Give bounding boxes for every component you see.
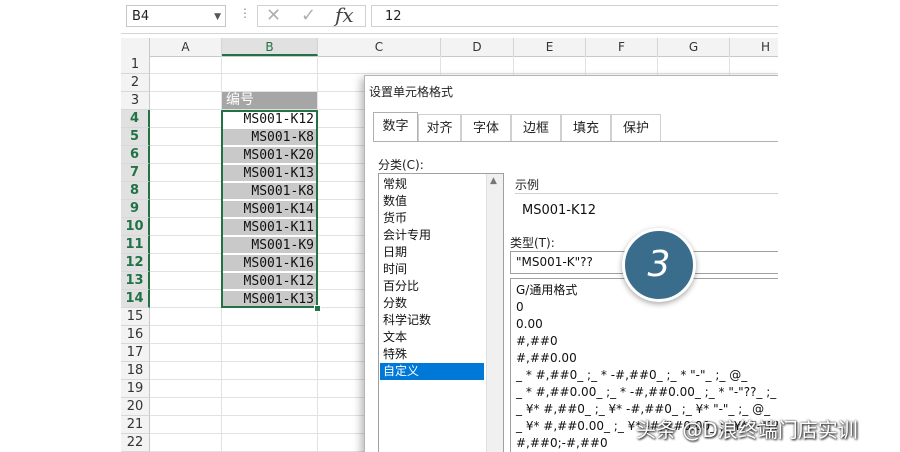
category-item[interactable]: 常规 — [383, 176, 483, 193]
tab-divider — [373, 141, 778, 142]
cell-b9[interactable]: MS001-K14 — [222, 201, 317, 218]
tab-fill[interactable]: 填充 — [561, 114, 611, 141]
tab-strip: 数字 对齐 字体 边框 填充 保护 — [373, 112, 778, 142]
chevron-down-icon[interactable]: ▼ — [214, 6, 221, 28]
tab-protection[interactable]: 保护 — [611, 114, 661, 141]
row-header[interactable]: 7 — [121, 164, 150, 182]
column-header-a[interactable]: A — [150, 38, 222, 56]
header-cell-b3[interactable]: 编号 — [222, 92, 317, 109]
category-item[interactable]: 科学记数 — [383, 312, 483, 329]
format-item[interactable]: 0.00 — [516, 316, 543, 333]
cell-b12[interactable]: MS001-K16 — [222, 255, 317, 272]
gridline — [150, 73, 778, 74]
close-icon[interactable]: ✕ — [266, 6, 281, 26]
category-label: 分类(C): — [378, 158, 424, 172]
row-header[interactable]: 8 — [121, 182, 150, 200]
row-header[interactable]: 20 — [121, 398, 150, 416]
row-header[interactable]: 6 — [121, 146, 150, 164]
format-item[interactable]: _ * #,##0.00_ ;_ * -#,##0.00_ ;_ * "-"??… — [516, 384, 778, 401]
row-header[interactable]: 3 — [121, 92, 150, 110]
row-header[interactable]: 5 — [121, 128, 150, 146]
fill-handle[interactable] — [314, 305, 321, 312]
cell-b10[interactable]: MS001-K11 — [222, 219, 317, 236]
watermark: 头条 @D浪终端门店实训 — [636, 418, 858, 442]
row-header[interactable]: 21 — [121, 416, 150, 434]
format-item[interactable]: #,##0.00 — [516, 350, 577, 367]
cell-b5[interactable]: MS001-K8 — [222, 129, 317, 146]
category-item[interactable]: 分数 — [383, 295, 483, 312]
cell-b8[interactable]: MS001-K8 — [222, 183, 317, 200]
row-header[interactable]: 17 — [121, 344, 150, 362]
formula-bar: B4 ▼ ⋮ ✕ ✓ fx 12 — [121, 0, 778, 34]
row-header[interactable]: 10 — [121, 218, 150, 236]
dialog-title: 设置单元格格式 — [369, 85, 454, 99]
column-header-d[interactable]: D — [441, 38, 514, 56]
row-header[interactable]: 14 — [121, 290, 150, 308]
row-header[interactable]: 16 — [121, 326, 150, 344]
scroll-up-icon[interactable]: ▲ — [490, 176, 497, 186]
formula-input[interactable]: 12 — [371, 5, 778, 27]
tab-alignment[interactable]: 对齐 — [418, 114, 461, 141]
check-icon[interactable]: ✓ — [301, 6, 316, 26]
column-header-g[interactable]: G — [658, 38, 730, 56]
more-options-icon[interactable]: ⋮ — [239, 6, 251, 20]
sample-value: MS001-K12 — [522, 203, 597, 218]
category-item[interactable]: 数值 — [383, 193, 483, 210]
category-list[interactable]: 常规 数值 货币 会计专用 日期 时间 百分比 分数 科学记数 文本 特殊 自定… — [378, 173, 504, 452]
category-item[interactable]: 日期 — [383, 244, 483, 261]
column-header-h[interactable]: H — [730, 38, 778, 56]
row-header[interactable]: 15 — [121, 308, 150, 326]
row-header[interactable]: 2 — [121, 74, 150, 92]
column-header-b[interactable]: B — [222, 38, 318, 56]
cell-b11[interactable]: MS001-K9 — [222, 237, 317, 254]
row-header[interactable]: 1 — [121, 56, 150, 74]
row-header[interactable]: 11 — [121, 236, 150, 254]
row-header[interactable]: 12 — [121, 254, 150, 272]
name-box[interactable]: B4 ▼ — [126, 5, 226, 27]
row-header[interactable]: 22 — [121, 434, 150, 452]
type-label: 类型(T): — [510, 236, 555, 250]
row-header[interactable]: 4 — [121, 110, 150, 128]
cell-b13[interactable]: MS001-K12 — [222, 273, 317, 290]
row-header[interactable]: 9 — [121, 200, 150, 218]
row-header[interactable]: 18 — [121, 362, 150, 380]
row-header[interactable]: 13 — [121, 272, 150, 290]
format-item[interactable]: _ * #,##0_ ;_ * -#,##0_ ;_ * "-"_ ;_ @_ — [516, 367, 747, 384]
column-header-e[interactable]: E — [514, 38, 586, 56]
gridline — [317, 56, 318, 452]
format-cells-dialog: 设置单元格格式 数字 对齐 字体 边框 填充 保护 分类(C): 常规 数值 货… — [364, 75, 778, 452]
select-all-corner[interactable] — [121, 38, 150, 56]
category-scrollbar[interactable]: ▲ — [486, 174, 503, 452]
category-item[interactable]: 货币 — [383, 210, 483, 227]
cell-b6[interactable]: MS001-K20 — [222, 147, 317, 164]
tab-border[interactable]: 边框 — [511, 114, 561, 141]
category-item[interactable]: 百分比 — [383, 278, 483, 295]
insert-function-icon[interactable]: fx — [335, 3, 354, 27]
format-item[interactable]: #,##0;-#,##0 — [516, 435, 608, 452]
name-box-value: B4 — [132, 9, 150, 24]
sample-label: 示例 — [515, 178, 540, 192]
cell-b14[interactable]: MS001-K13 — [222, 291, 317, 308]
category-item[interactable]: 会计专用 — [383, 227, 483, 244]
sample-box: MS001-K12 — [515, 193, 778, 224]
category-item[interactable]: 时间 — [383, 261, 483, 278]
cell-b7[interactable]: MS001-K13 — [222, 165, 317, 182]
tab-number[interactable]: 数字 — [373, 112, 418, 142]
format-item[interactable]: #,##0 — [516, 333, 558, 350]
step-badge: 3 — [622, 228, 696, 302]
column-header-c[interactable]: C — [318, 38, 441, 56]
category-item[interactable]: 特殊 — [383, 346, 483, 363]
tab-font[interactable]: 字体 — [461, 114, 511, 141]
row-header[interactable]: 19 — [121, 380, 150, 398]
cell-b4[interactable]: MS001-K12 — [222, 111, 317, 128]
category-item-selected[interactable]: 自定义 — [380, 363, 484, 380]
column-header-f[interactable]: F — [586, 38, 658, 56]
category-item[interactable]: 文本 — [383, 329, 483, 346]
column-headers: A B C D E F G H — [121, 38, 778, 57]
format-item[interactable]: G/通用格式 — [516, 282, 577, 299]
excel-window: B4 ▼ ⋮ ✕ ✓ fx 12 A B C D E F G H 1 2 3 4… — [121, 0, 778, 452]
format-item[interactable]: 0 — [516, 299, 524, 316]
